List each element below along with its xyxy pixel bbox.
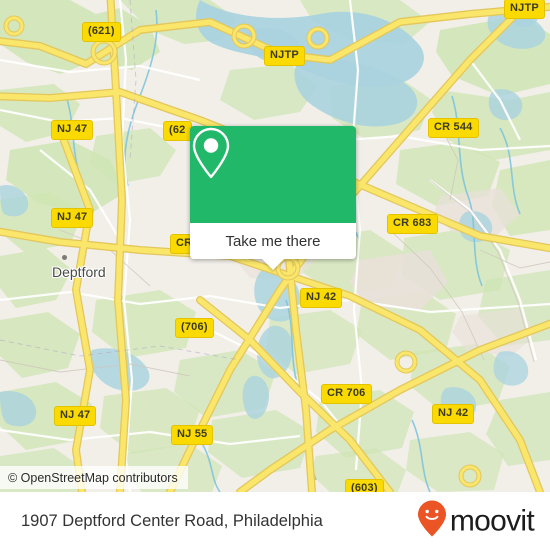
destination-popup[interactable]: Take me there [190,126,356,270]
road-shield[interactable]: CR 544 [428,118,479,138]
moovit-wordmark: moovit [449,504,535,537]
road-shield[interactable]: NJ 42 [300,288,343,308]
road-shield[interactable]: NJTP [264,46,305,66]
popup-tail [262,259,284,270]
road-shield[interactable]: NJ 47 [51,120,94,140]
address-label: 1907 Deptford Center Road, Philadelphia [21,511,323,530]
road-shield[interactable]: (603) [345,479,384,492]
road-shield[interactable]: NJ 42 [432,404,475,424]
map-canvas[interactable]: Deptford (621) NJTP NJTP NJ 47 (62 CR 54… [0,0,550,492]
road-shield[interactable]: NJTP [504,0,545,19]
road-shield[interactable]: (621) [82,22,121,42]
road-shield[interactable]: NJ 47 [54,406,97,426]
popup-header [190,126,356,223]
moovit-pin-icon [417,500,447,543]
moovit-map-screen: Deptford (621) NJTP NJTP NJ 47 (62 CR 54… [0,0,550,550]
footer-bar: 1907 Deptford Center Road, Philadelphia … [0,492,550,550]
moovit-logo[interactable]: moovit [417,500,535,543]
road-shield[interactable]: CR 683 [387,214,438,234]
place-label-deptford: Deptford [52,264,106,280]
road-shield[interactable]: NJ 55 [171,425,214,445]
osm-attribution[interactable]: © OpenStreetMap contributors [0,466,188,489]
road-shield[interactable]: NJ 47 [51,208,94,228]
take-me-there-label: Take me there [225,232,321,250]
osm-attribution-text: © OpenStreetMap contributors [8,470,178,485]
road-shield[interactable]: CR 706 [321,384,372,404]
place-dot-deptford [62,255,67,260]
road-shield[interactable]: (62 [163,121,192,141]
take-me-there-button[interactable]: Take me there [190,223,356,259]
road-shield[interactable]: (706) [175,318,214,338]
